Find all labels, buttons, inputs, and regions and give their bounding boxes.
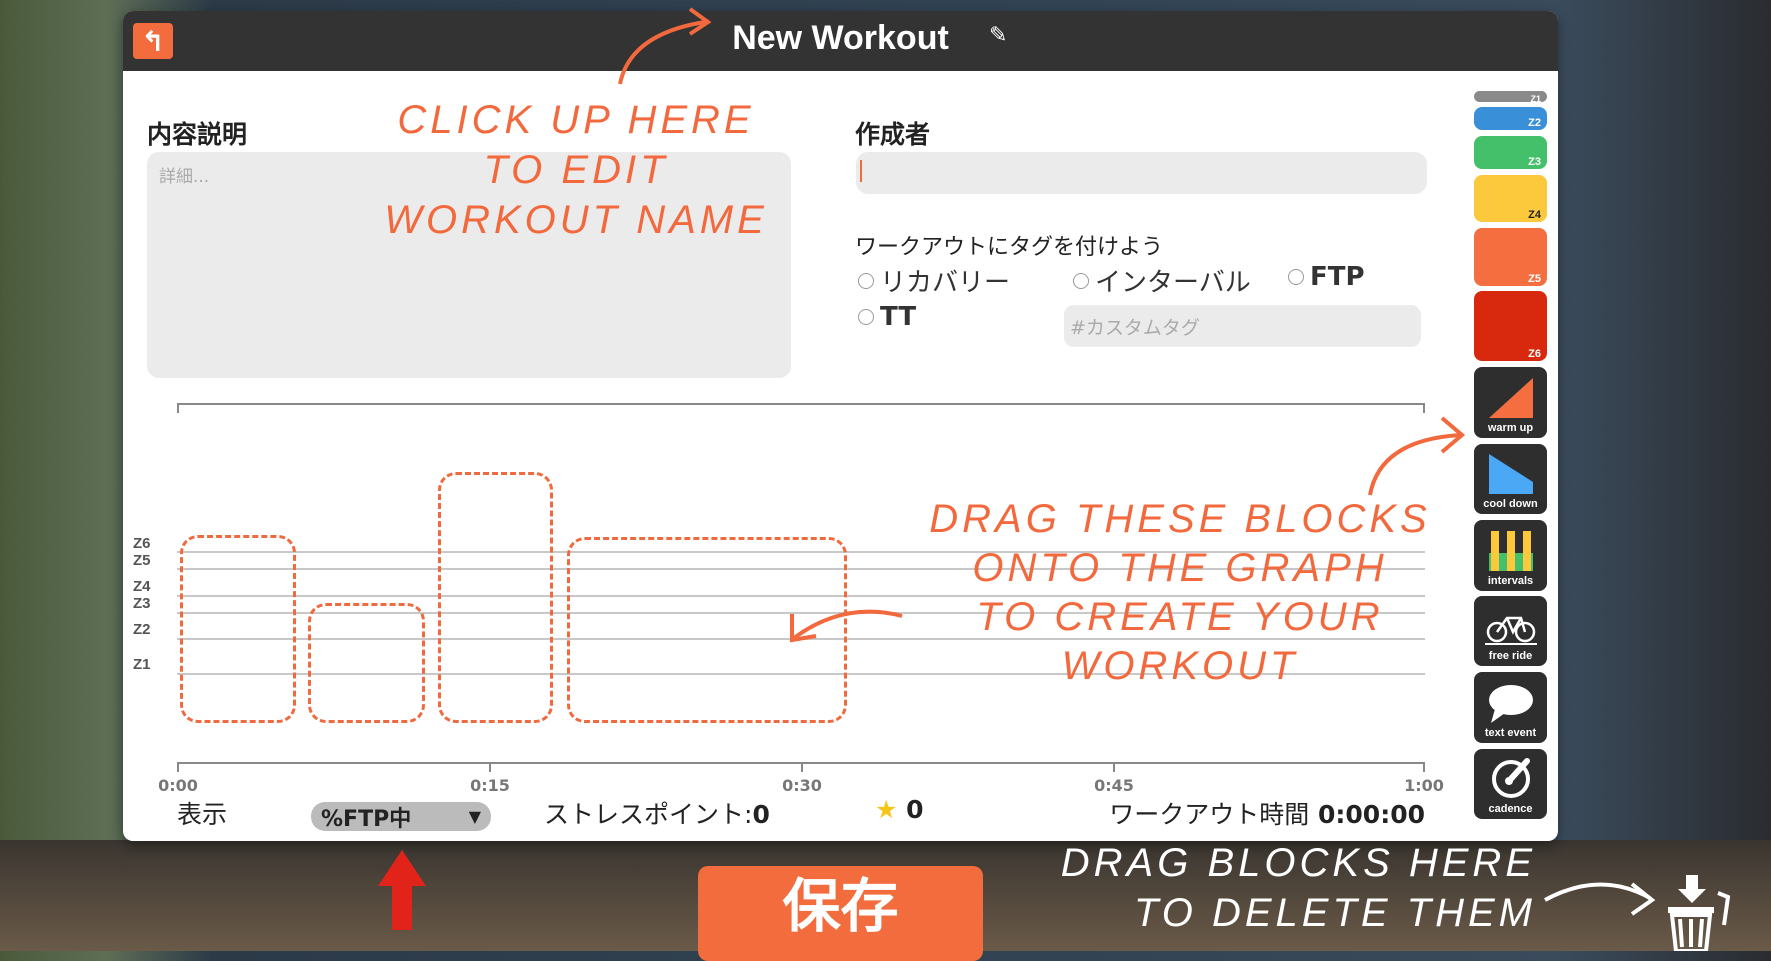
cool-down-icon [1488, 454, 1533, 494]
warm-up-block[interactable]: warm up [1474, 367, 1547, 438]
x-tick [801, 762, 803, 772]
x-tick-label: 0:30 [782, 776, 822, 795]
delete-annotation: DRAG BLOCKS HERE TO DELETE THEM [1060, 841, 1536, 935]
zone-label: Z6 [133, 535, 151, 552]
workout-editor-panel: ↰ New Workout ✎ 内容説明 詳細... 作成者 ワークアウトにタグ… [123, 11, 1558, 841]
custom-tag-placeholder: #カスタムタグ [1070, 317, 1200, 339]
workout-duration: ワークアウト時間 0:00:00 [1109, 800, 1425, 829]
author-label: 作成者 [855, 120, 931, 149]
text-cursor [860, 160, 862, 182]
zone-label: Z3 [133, 595, 151, 612]
x-tick-label: 0:15 [470, 776, 510, 795]
custom-tag-input[interactable]: #カスタムタグ [1064, 305, 1421, 347]
star-rating: ★ 0 [875, 795, 924, 824]
zone-label: Z4 [133, 578, 151, 595]
speech-bubble-icon [1488, 685, 1533, 723]
x-tick [1113, 762, 1115, 772]
trash-icon[interactable] [1664, 875, 1734, 951]
tag-radio-recovery[interactable]: リカバリー [858, 262, 1010, 299]
curved-arrow-icon [618, 7, 712, 85]
chart-top-border [177, 403, 1425, 405]
chart-top-tick [177, 403, 179, 413]
x-tick [1423, 762, 1425, 772]
save-button[interactable]: 保存 [698, 866, 983, 961]
zone-block-z4[interactable]: Z4 [1474, 175, 1547, 222]
x-tick-label: 0:45 [1094, 776, 1134, 795]
zone-label: Z1 [133, 656, 151, 673]
chevron-down-icon: ▼ [468, 807, 481, 826]
tag-radio-interval[interactable]: インターバル [1073, 262, 1251, 299]
display-label: 表示 [177, 800, 228, 829]
edit-name-annotation: CLICK UP HERE TO EDIT WORKOUT NAME [384, 98, 768, 242]
edit-icon[interactable]: ✎ [989, 23, 1007, 48]
intervals-icon [1488, 531, 1533, 571]
x-tick-label: 0:00 [158, 776, 198, 795]
placeholder-block [438, 472, 553, 723]
intervals-block[interactable]: intervals [1474, 520, 1547, 591]
placeholder-block [180, 535, 296, 723]
x-tick [489, 762, 491, 772]
zone-block-z1[interactable]: Z1 [1474, 91, 1547, 104]
right-arrow-icon [1544, 882, 1656, 916]
header-bar: ↰ New Workout ✎ [123, 11, 1558, 71]
drag-blocks-annotation: DRAG THESE BLOCKS ONTO THE GRAPH TO CREATE… [929, 497, 1431, 688]
tag-radio-ftp[interactable]: FTP [1288, 262, 1365, 292]
cool-down-block[interactable]: cool down [1474, 444, 1547, 514]
up-arrow-icon [378, 850, 426, 930]
zone-block-z3[interactable]: Z3 [1474, 136, 1547, 169]
zone-label: Z5 [133, 552, 151, 569]
display-mode-value: %FTP中 [321, 806, 412, 832]
up-right-arrow-icon [1368, 416, 1466, 496]
zone-label: Z2 [133, 621, 151, 638]
workout-title[interactable]: New Workout [123, 19, 1558, 58]
tag-radio-tt[interactable]: TT [858, 302, 916, 332]
description-label: 内容説明 [147, 120, 248, 149]
stress-points: ストレスポイント:0 [544, 800, 770, 829]
display-mode-dropdown[interactable]: %FTP中 ▼ [311, 802, 491, 832]
bicycle-icon [1484, 616, 1537, 645]
cadence-block[interactable]: cadence [1474, 749, 1547, 819]
author-input[interactable] [856, 152, 1427, 194]
description-placeholder: 詳細... [159, 167, 210, 187]
left-arrow-icon [790, 609, 903, 643]
star-icon: ★ [875, 795, 898, 824]
warm-up-icon [1488, 378, 1533, 418]
zone-block-z2[interactable]: Z2 [1474, 107, 1547, 130]
x-tick-label: 1:00 [1404, 776, 1444, 795]
zone-block-z6[interactable]: Z6 [1474, 291, 1547, 361]
zone-block-z5[interactable]: Z5 [1474, 228, 1547, 286]
placeholder-block [308, 603, 425, 723]
text-event-block[interactable]: text event [1474, 672, 1547, 743]
cadence-icon [1491, 758, 1530, 798]
tags-label: ワークアウトにタグを付けよう [855, 235, 1164, 260]
x-tick [177, 762, 179, 772]
free-ride-block[interactable]: free ride [1474, 596, 1547, 666]
